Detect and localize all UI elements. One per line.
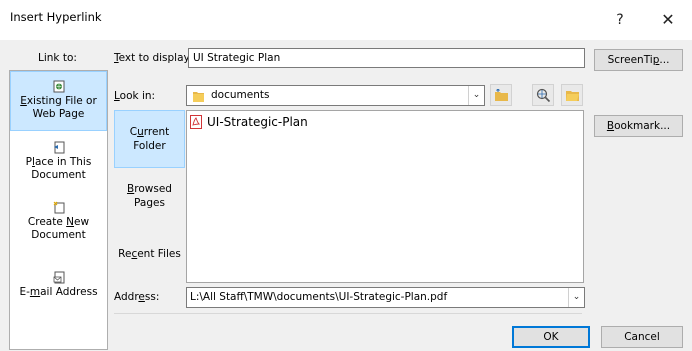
text-to-display-input[interactable]: UI Strategic Plan (188, 48, 585, 68)
link-create-new-document[interactable]: Create New Document (10, 201, 107, 242)
link-existing-file-web-page[interactable]: Existing File or Web Page (10, 71, 107, 131)
chevron-down-icon[interactable]: ⌄ (568, 288, 584, 307)
dialog-title: Insert Hyperlink (10, 10, 102, 24)
browse-file-button[interactable] (561, 84, 583, 106)
close-button[interactable]: ✕ (650, 4, 686, 36)
link-place-in-document-label: Place in This Document (25, 156, 92, 181)
bookmark-button[interactable]: Bookmark... (594, 115, 683, 137)
text-to-display-label: Text to display: (114, 52, 193, 64)
up-one-folder-icon (495, 89, 508, 101)
help-button[interactable]: ? (602, 4, 638, 36)
address-label: Address: (114, 291, 160, 303)
separator (114, 313, 582, 314)
link-existing-file-label: Existing File or Web Page (20, 95, 97, 120)
look-in-label: Look in: (114, 90, 156, 102)
nav-browsed-pages[interactable]: Browsed Pages (114, 182, 185, 210)
folder-icon (193, 92, 204, 102)
up-one-folder-button[interactable] (490, 84, 512, 106)
browse-web-button[interactable] (532, 84, 554, 106)
look-in-value: documents (211, 89, 270, 101)
browse-web-icon (536, 88, 551, 103)
browse-file-icon (566, 91, 579, 101)
address-combo[interactable]: L:\All Staff\TMW\documents\UI-Strategic-… (186, 287, 585, 308)
ok-button[interactable]: OK (512, 326, 590, 348)
link-place-in-document[interactable]: Place in This Document (10, 141, 107, 182)
nav-current-folder[interactable]: Current Folder (114, 110, 185, 168)
link-create-new-document-label: Create New Document (27, 216, 90, 241)
look-in-combo[interactable]: documents ⌄ (186, 85, 485, 106)
link-email-address[interactable]: E-mail Address (10, 271, 107, 299)
file-name: UI-Strategic-Plan (207, 115, 308, 129)
cancel-button[interactable]: Cancel (601, 326, 683, 348)
link-to-label: Link to: (38, 52, 77, 64)
existing-file-web-page-icon (53, 80, 64, 93)
address-value: L:\All Staff\TMW\documents\UI-Strategic-… (190, 291, 448, 303)
insert-hyperlink-dialog: Insert Hyperlink ? ✕ Link to: Existing F… (0, 0, 692, 351)
chevron-down-icon[interactable]: ⌄ (468, 86, 484, 105)
screentip-button[interactable]: ScreenTip... (594, 49, 683, 71)
file-list[interactable]: UI-Strategic-Plan (186, 110, 584, 283)
place-in-document-icon (53, 141, 64, 154)
pdf-icon (190, 115, 202, 129)
link-to-bar: Existing File or Web Page Place in This Do… (9, 70, 108, 350)
title-bar: Insert Hyperlink ? ✕ (0, 0, 692, 40)
navigation-pane: Current Folder Browsed Pages Recent Files (114, 110, 185, 283)
link-email-address-label: E-mail Address (19, 286, 98, 298)
create-new-document-icon (53, 201, 64, 214)
email-address-icon (53, 271, 64, 284)
nav-recent-files[interactable]: Recent Files (114, 247, 185, 261)
